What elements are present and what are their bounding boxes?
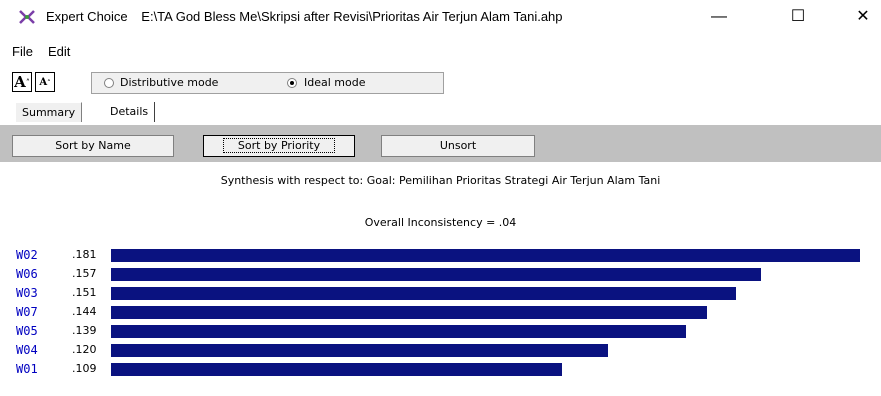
synthesis-title: Synthesis with respect to: Goal: Pemilih… bbox=[220, 174, 661, 187]
priority-row: W04 .120 bbox=[0, 341, 881, 359]
alternative-name: W05 bbox=[16, 324, 38, 338]
alternative-name: W02 bbox=[16, 248, 38, 262]
priority-value: .109 bbox=[72, 362, 97, 375]
tab-strip: Summary Details bbox=[0, 100, 881, 124]
priority-row: W02 .181 bbox=[0, 246, 881, 264]
synthesis-results: Synthesis with respect to: Goal: Pemilih… bbox=[0, 162, 881, 396]
tab-details[interactable]: Details bbox=[104, 102, 156, 122]
increase-font-button[interactable]: A˄ bbox=[12, 72, 32, 92]
priority-bar bbox=[111, 287, 736, 300]
ideal-mode-label[interactable]: Ideal mode bbox=[304, 76, 365, 89]
priority-bar bbox=[111, 363, 562, 376]
decrease-font-button[interactable]: A˄ bbox=[35, 72, 55, 92]
title-bar: Expert Choice E:\TA God Bless Me\Skripsi… bbox=[0, 0, 881, 34]
menu-edit[interactable]: Edit bbox=[48, 44, 70, 59]
priority-row: W03 .151 bbox=[0, 284, 881, 302]
priority-row: W01 .109 bbox=[0, 360, 881, 378]
priority-value: .151 bbox=[72, 286, 97, 299]
sort-by-name-button[interactable]: Sort by Name bbox=[12, 135, 174, 157]
file-path: E:\TA God Bless Me\Skripsi after Revisi\… bbox=[141, 9, 563, 24]
priority-value: .157 bbox=[72, 267, 97, 280]
menu-bar: File Edit bbox=[0, 42, 881, 62]
priority-value: .144 bbox=[72, 305, 97, 318]
alternative-name: W04 bbox=[16, 343, 38, 357]
font-larger-icon: A bbox=[14, 73, 26, 91]
priority-bar bbox=[111, 344, 608, 357]
priority-bar bbox=[111, 306, 707, 319]
mode-selector: Distributive mode Ideal mode bbox=[91, 72, 444, 94]
app-name: Expert Choice bbox=[46, 9, 128, 24]
priority-value: .139 bbox=[72, 324, 97, 337]
tab-summary[interactable]: Summary bbox=[15, 102, 83, 122]
sort-button-panel: Sort by Name Sort by Priority Unsort bbox=[0, 124, 881, 163]
ideal-mode-radio[interactable] bbox=[287, 78, 297, 88]
priority-row: W05 .139 bbox=[0, 322, 881, 340]
alternative-name: W06 bbox=[16, 267, 38, 281]
close-button[interactable]: ✕ bbox=[840, 4, 881, 30]
priority-bar bbox=[111, 325, 686, 338]
sort-by-priority-button[interactable]: Sort by Priority bbox=[203, 135, 355, 157]
sort-by-priority-label: Sort by Priority bbox=[222, 138, 336, 153]
alternative-name: W03 bbox=[16, 286, 38, 300]
window-title: Expert Choice E:\TA God Bless Me\Skripsi… bbox=[46, 9, 563, 24]
minimize-button[interactable]: — bbox=[696, 4, 742, 30]
expert-choice-app-icon bbox=[19, 10, 35, 24]
maximize-button[interactable]: ☐ bbox=[775, 4, 821, 30]
alternative-name: W07 bbox=[16, 305, 38, 319]
priority-row: W07 .144 bbox=[0, 303, 881, 321]
priority-value: .120 bbox=[72, 343, 97, 356]
priority-row: W06 .157 bbox=[0, 265, 881, 283]
distributive-mode-label[interactable]: Distributive mode bbox=[120, 76, 218, 89]
priority-bar bbox=[111, 249, 860, 262]
priority-value: .181 bbox=[72, 248, 97, 261]
distributive-mode-radio[interactable] bbox=[104, 78, 114, 88]
toolbar: A˄ A˄ Distributive mode Ideal mode bbox=[0, 68, 881, 98]
unsort-button[interactable]: Unsort bbox=[381, 135, 535, 157]
priority-bar bbox=[111, 268, 761, 281]
menu-file[interactable]: File bbox=[12, 44, 33, 59]
alternative-name: W01 bbox=[16, 362, 38, 376]
font-smaller-icon: A bbox=[39, 77, 48, 88]
overall-inconsistency: Overall Inconsistency = .04 bbox=[364, 216, 517, 229]
